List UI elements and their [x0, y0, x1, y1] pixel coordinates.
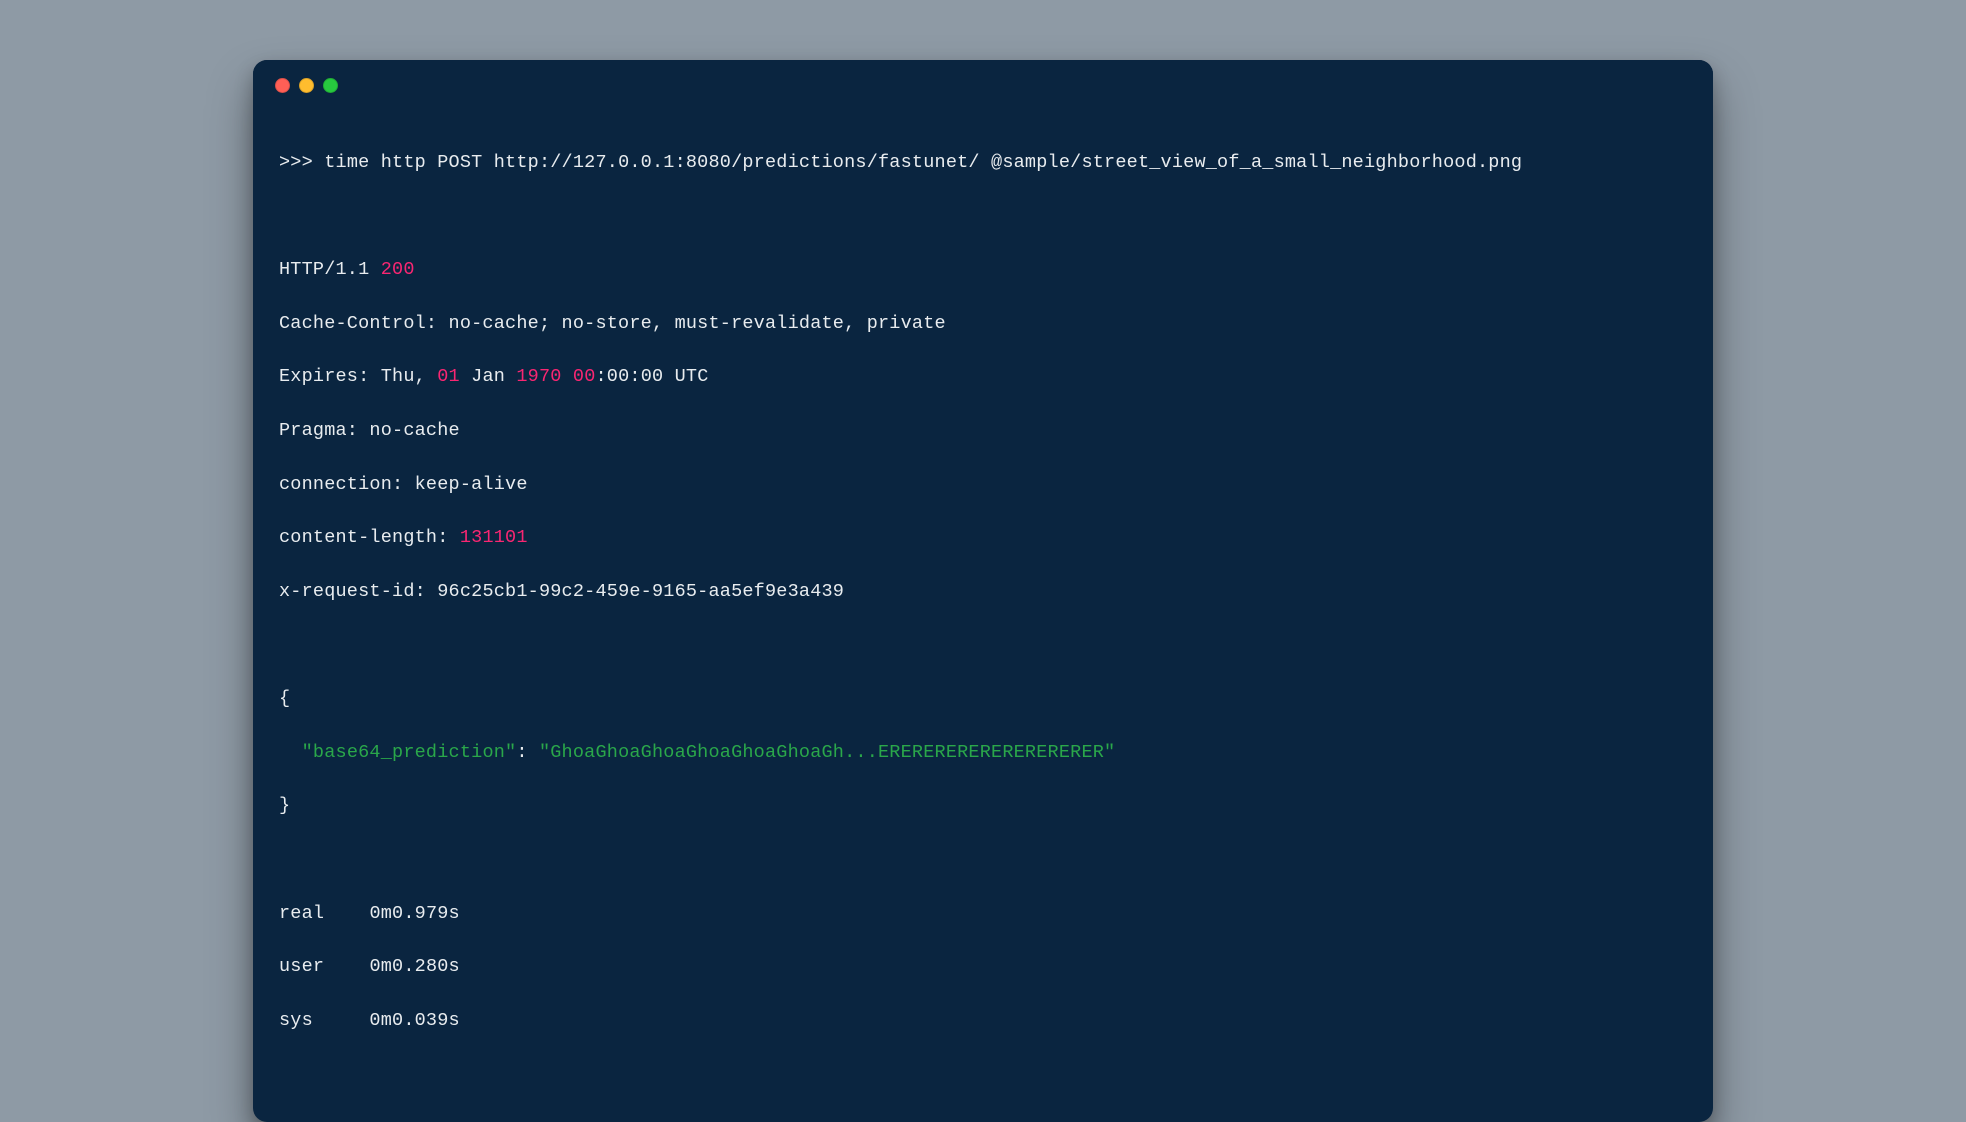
- json-close: }: [279, 793, 1687, 820]
- window-titlebar: [253, 60, 1713, 99]
- header-value: Thu,: [381, 366, 438, 387]
- json-entry: "base64_prediction": "GhoaGhoaGhoaGhoaGh…: [279, 740, 1687, 767]
- http-status-line: HTTP/1.1 200: [279, 257, 1687, 284]
- blank-line: [279, 847, 1687, 874]
- header-key: content-length:: [279, 527, 460, 548]
- header-expires: Expires: Thu, 01 Jan 1970 00:00:00 UTC: [279, 364, 1687, 391]
- json-open: {: [279, 686, 1687, 713]
- header-connection: connection: keep-alive: [279, 472, 1687, 499]
- header-cache-control: Cache-Control: no-cache; no-store, must-…: [279, 311, 1687, 338]
- command-line: >>> time http POST http://127.0.0.1:8080…: [279, 150, 1687, 177]
- header-value: 96c25cb1-99c2-459e-9165-aa5ef9e3a439: [437, 581, 844, 602]
- http-protocol: HTTP/1.1: [279, 259, 381, 280]
- blank-line: [279, 203, 1687, 230]
- header-value: [562, 366, 573, 387]
- timing-value: 0m0.979s: [369, 903, 459, 924]
- timing-sys: sys 0m0.039s: [279, 1008, 1687, 1035]
- minimize-icon[interactable]: [299, 78, 314, 93]
- timing-value: 0m0.039s: [369, 1010, 459, 1031]
- timing-label: real: [279, 903, 324, 924]
- timing-real: real 0m0.979s: [279, 901, 1687, 928]
- command-text: time http POST http://127.0.0.1:8080/pre…: [324, 152, 1522, 173]
- json-indent: [279, 742, 302, 763]
- timing-label: sys: [279, 1010, 313, 1031]
- header-value: keep-alive: [415, 474, 528, 495]
- timing-gap: [324, 903, 369, 924]
- timing-label: user: [279, 956, 324, 977]
- header-number: 131101: [460, 527, 528, 548]
- terminal-window: >>> time http POST http://127.0.0.1:8080…: [253, 60, 1713, 1122]
- close-icon[interactable]: [275, 78, 290, 93]
- json-colon: :: [516, 742, 539, 763]
- header-value: Jan: [460, 366, 517, 387]
- timing-value: 0m0.280s: [369, 956, 459, 977]
- header-key: x-request-id:: [279, 581, 437, 602]
- terminal-content[interactable]: >>> time http POST http://127.0.0.1:8080…: [253, 99, 1713, 1122]
- blank-line: [279, 632, 1687, 659]
- header-number: 00: [573, 366, 596, 387]
- header-key: connection:: [279, 474, 415, 495]
- timing-user: user 0m0.280s: [279, 954, 1687, 981]
- header-key: Expires:: [279, 366, 381, 387]
- prompt: >>>: [279, 152, 324, 173]
- header-key: Cache-Control:: [279, 313, 449, 334]
- zoom-icon[interactable]: [323, 78, 338, 93]
- json-key: "base64_prediction": [302, 742, 517, 763]
- header-number: 1970: [516, 366, 561, 387]
- header-value: :00:00 UTC: [596, 366, 709, 387]
- header-value: no-cache; no-store, must-revalidate, pri…: [449, 313, 946, 334]
- header-pragma: Pragma: no-cache: [279, 418, 1687, 445]
- json-brace: }: [279, 795, 290, 816]
- json-value: "GhoaGhoaGhoaGhoaGhoaGhoaGh...ERERERERER…: [539, 742, 1115, 763]
- header-content-length: content-length: 131101: [279, 525, 1687, 552]
- header-key: Pragma:: [279, 420, 369, 441]
- timing-gap: [324, 956, 369, 977]
- header-number: 01: [437, 366, 460, 387]
- http-status-code: 200: [381, 259, 415, 280]
- header-value: no-cache: [369, 420, 459, 441]
- header-x-request-id: x-request-id: 96c25cb1-99c2-459e-9165-aa…: [279, 579, 1687, 606]
- timing-gap: [313, 1010, 370, 1031]
- json-brace: {: [279, 688, 290, 709]
